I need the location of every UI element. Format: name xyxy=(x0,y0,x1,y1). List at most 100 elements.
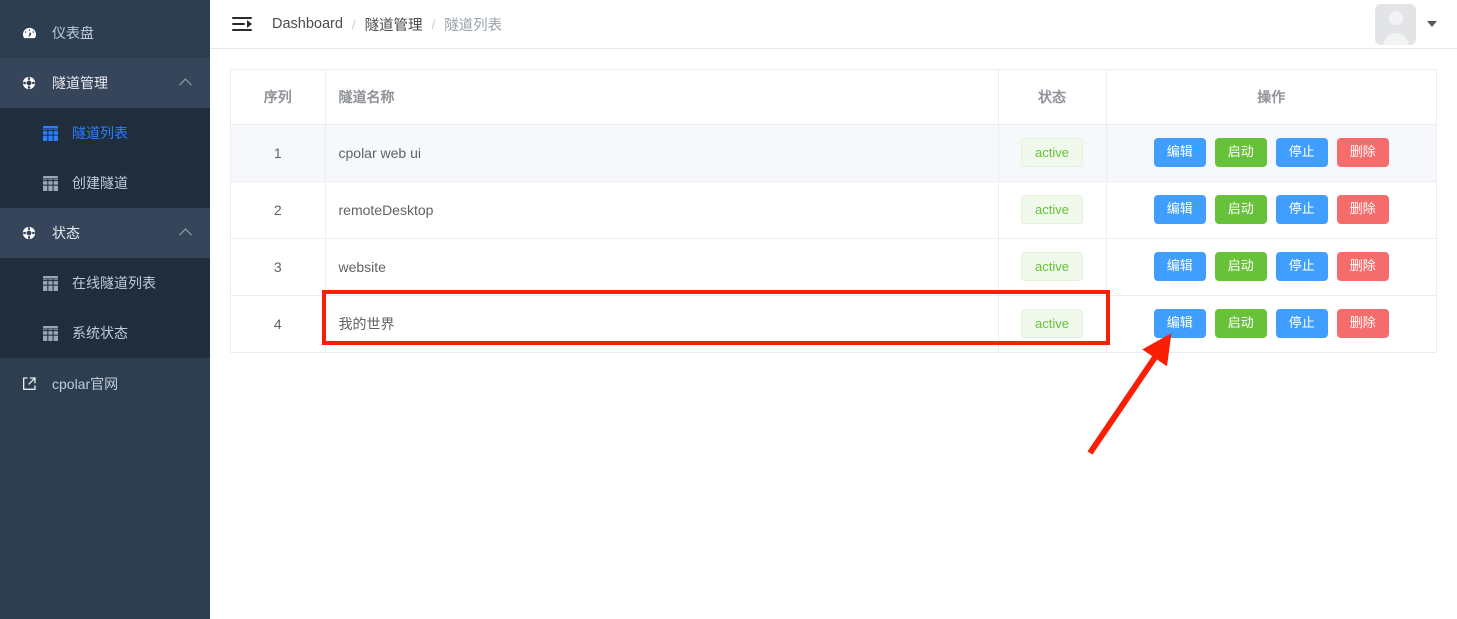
cell-index: 1 xyxy=(231,124,325,182)
cell-index: 4 xyxy=(231,295,325,353)
main-area: Dashboard / 隧道管理 / 隧道列表 序列 隧道名称 状态 操作 1 … xyxy=(210,0,1457,619)
column-header-name: 隧道名称 xyxy=(324,70,998,125)
sidebar-item-label: 隧道列表 xyxy=(72,125,128,141)
delete-button[interactable]: 删除 xyxy=(1336,252,1389,281)
cell-actions: 编辑 启动 停止 删除 xyxy=(1105,238,1437,296)
caret-down-icon[interactable] xyxy=(1427,21,1437,27)
stop-button[interactable]: 停止 xyxy=(1275,252,1328,281)
delete-button[interactable]: 删除 xyxy=(1336,138,1389,167)
table-row[interactable]: 4 我的世界 active 编辑 启动 停止 删除 xyxy=(231,295,1437,353)
stop-button[interactable]: 停止 xyxy=(1275,309,1328,338)
delete-button[interactable]: 删除 xyxy=(1336,309,1389,338)
start-button[interactable]: 启动 xyxy=(1214,252,1267,281)
table-row[interactable]: 3 website active 编辑 启动 停止 删除 xyxy=(231,238,1437,296)
status-badge: active xyxy=(1021,252,1083,281)
collapse-arrow-icon xyxy=(247,20,252,28)
table-header-row: 序列 隧道名称 状态 操作 xyxy=(231,70,1436,125)
row-action-group: 编辑 启动 停止 删除 xyxy=(1107,195,1437,224)
stop-button[interactable]: 停止 xyxy=(1275,138,1328,167)
sidebar-item-cpolar-website[interactable]: cpolar官网 xyxy=(0,358,210,410)
topbar: Dashboard / 隧道管理 / 隧道列表 xyxy=(210,0,1457,49)
external-link-icon xyxy=(18,375,40,393)
cell-tunnel-name: remoteDesktop xyxy=(324,181,998,239)
column-header-index: 序列 xyxy=(231,70,325,125)
sidebar-item-dashboard[interactable]: 仪表盘 xyxy=(0,8,210,58)
start-button[interactable]: 启动 xyxy=(1214,309,1267,338)
cell-status: active xyxy=(997,238,1106,296)
stop-button[interactable]: 停止 xyxy=(1275,195,1328,224)
cell-tunnel-name: 我的世界 xyxy=(324,295,998,353)
column-header-actions: 操作 xyxy=(1105,70,1436,125)
start-button[interactable]: 启动 xyxy=(1214,138,1267,167)
table-icon xyxy=(40,125,60,141)
user-menu[interactable] xyxy=(1375,3,1443,45)
breadcrumb-item-tunnel-list: 隧道列表 xyxy=(444,17,503,34)
cell-actions: 编辑 启动 停止 删除 xyxy=(1105,295,1437,353)
avatar[interactable] xyxy=(1375,3,1416,45)
sidebar-item-label: 系统状态 xyxy=(72,325,128,341)
gauge-icon xyxy=(18,24,40,42)
table-icon xyxy=(40,175,60,191)
sidebar-item-tunnel-list[interactable]: 隧道列表 xyxy=(0,108,210,158)
row-action-group: 编辑 启动 停止 删除 xyxy=(1107,252,1437,281)
cell-status: active xyxy=(997,181,1106,239)
sidebar: 仪表盘 隧道管理 隧道列表 创建隧道 状态 在线隧道列表 系统状态 cpolar… xyxy=(0,0,210,619)
row-action-group: 编辑 启动 停止 删除 xyxy=(1107,138,1437,167)
avatar-body-shape xyxy=(1383,32,1408,45)
delete-button[interactable]: 删除 xyxy=(1336,195,1389,224)
table-row[interactable]: 1 cpolar web ui active 编辑 启动 停止 删除 xyxy=(231,124,1437,182)
tunnel-table-card: 序列 隧道名称 状态 操作 1 cpolar web ui active 编辑 … xyxy=(230,69,1437,353)
edit-button[interactable]: 编辑 xyxy=(1153,309,1206,338)
table-head: 序列 隧道名称 状态 操作 xyxy=(231,70,1436,125)
sidebar-item-label: 仪表盘 xyxy=(52,25,94,41)
sidebar-item-create-tunnel[interactable]: 创建隧道 xyxy=(0,158,210,208)
chevron-up-icon xyxy=(179,228,192,242)
cell-actions: 编辑 启动 停止 删除 xyxy=(1105,181,1437,239)
table-row[interactable]: 2 remoteDesktop active 编辑 启动 停止 删除 xyxy=(231,181,1437,239)
sidebar-group-tunnel-management[interactable]: 隧道管理 xyxy=(0,58,210,108)
breadcrumb-separator: / xyxy=(351,16,356,32)
sidebar-item-online-tunnel-list[interactable]: 在线隧道列表 xyxy=(0,258,210,308)
sidebar-item-label: 状态 xyxy=(52,225,80,241)
breadcrumb-item-tunnel-management[interactable]: 隧道管理 xyxy=(365,14,423,35)
sidebar-item-system-status[interactable]: 系统状态 xyxy=(0,308,210,358)
sidebar-item-label: 在线隧道列表 xyxy=(72,275,156,291)
column-header-status: 状态 xyxy=(997,70,1106,125)
hamburger-collapse-icon[interactable] xyxy=(232,16,252,32)
cell-index: 2 xyxy=(231,181,325,239)
sidebar-item-label: 创建隧道 xyxy=(72,175,128,191)
content-area: 序列 隧道名称 状态 操作 1 cpolar web ui active 编辑 … xyxy=(210,49,1457,619)
breadcrumb-item-dashboard[interactable]: Dashboard xyxy=(272,16,343,32)
status-badge: active xyxy=(1021,138,1083,167)
chevron-up-icon xyxy=(179,78,192,92)
edit-button[interactable]: 编辑 xyxy=(1153,195,1206,224)
sidebar-submenu-tunnel-management: 隧道列表 创建隧道 xyxy=(0,108,210,208)
tunnel-table: 序列 隧道名称 状态 操作 1 cpolar web ui active 编辑 … xyxy=(231,70,1436,353)
cell-actions: 编辑 启动 停止 删除 xyxy=(1105,124,1437,182)
sidebar-nav: 仪表盘 隧道管理 隧道列表 创建隧道 状态 在线隧道列表 系统状态 cpolar… xyxy=(0,0,210,410)
status-badge: active xyxy=(1021,195,1083,224)
sidebar-submenu-status: 在线隧道列表 系统状态 xyxy=(0,258,210,358)
sidebar-item-label: cpolar官网 xyxy=(52,376,119,392)
lifebuoy-icon xyxy=(18,224,40,242)
status-badge: active xyxy=(1021,309,1083,338)
cell-status: active xyxy=(997,124,1106,182)
edit-button[interactable]: 编辑 xyxy=(1153,138,1206,167)
avatar-head-shape xyxy=(1388,10,1403,25)
cell-tunnel-name: website xyxy=(324,238,998,296)
table-body: 1 cpolar web ui active 编辑 启动 停止 删除 2 rem… xyxy=(231,124,1437,353)
start-button[interactable]: 启动 xyxy=(1214,195,1267,224)
breadcrumb: Dashboard / 隧道管理 / 隧道列表 xyxy=(272,14,502,35)
app-root: 仪表盘 隧道管理 隧道列表 创建隧道 状态 在线隧道列表 系统状态 cpolar… xyxy=(0,0,1457,619)
row-action-group: 编辑 启动 停止 删除 xyxy=(1107,309,1437,338)
lifebuoy-icon xyxy=(18,74,40,92)
cell-index: 3 xyxy=(231,238,325,296)
sidebar-item-label: 隧道管理 xyxy=(52,75,108,91)
edit-button[interactable]: 编辑 xyxy=(1153,252,1206,281)
sidebar-group-status[interactable]: 状态 xyxy=(0,208,210,258)
breadcrumb-separator: / xyxy=(431,16,436,32)
cell-status: active xyxy=(997,295,1106,353)
table-icon xyxy=(40,325,60,341)
cell-tunnel-name: cpolar web ui xyxy=(324,124,998,182)
table-icon xyxy=(40,275,60,291)
